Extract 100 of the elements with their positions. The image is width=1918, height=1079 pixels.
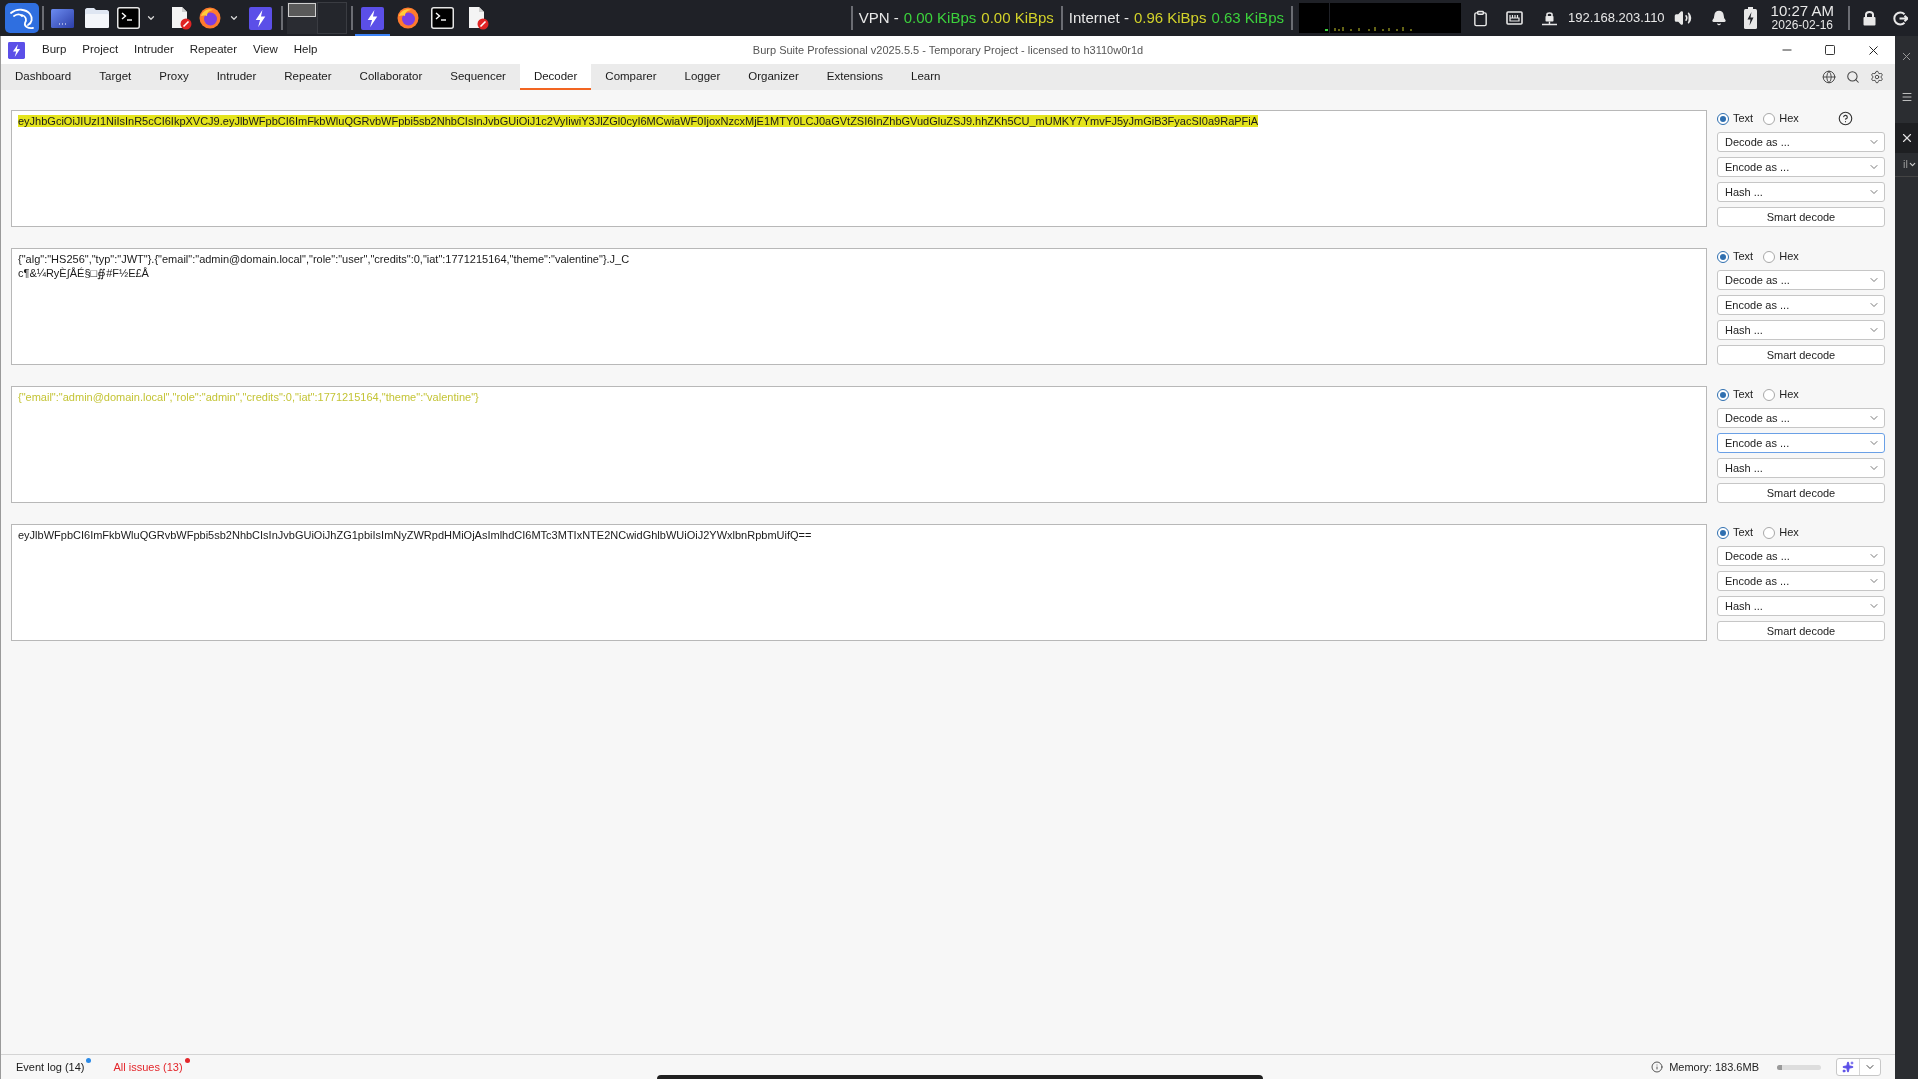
tab[interactable]: Decoder (519, 64, 592, 90)
decode-dropdown[interactable]: Decode as ... (1717, 132, 1885, 152)
document-edit-icon[interactable] (466, 6, 489, 30)
editor-text: {"email":"admin@domain.local","role":"admin","credits":0,"iat":1771215164,"theme":"valentine"} (18, 391, 479, 403)
radio-icon[interactable] (1717, 526, 1729, 539)
smart-decode-button[interactable]: Smart decode (1717, 621, 1885, 641)
radio-icon[interactable] (1763, 250, 1776, 263)
encode-dropdown[interactable]: Encode as ... (1717, 157, 1885, 177)
lock-icon[interactable] (1863, 10, 1876, 26)
folder-icon[interactable] (85, 8, 109, 28)
smart-decode-button[interactable]: Smart decode (1717, 207, 1885, 227)
radio-icon[interactable] (1717, 112, 1729, 125)
clock-date: 2026-02-16 (1771, 18, 1833, 33)
encode-dropdown[interactable]: Encode as ... (1717, 433, 1885, 453)
tab[interactable]: Logger (670, 64, 735, 90)
info-icon[interactable] (1651, 1061, 1664, 1073)
decode-dropdown[interactable]: Decode as ... (1717, 546, 1885, 566)
memory-label: Memory: 183.6MB (1669, 1059, 1759, 1075)
menu-icon[interactable] (1900, 91, 1913, 103)
menu-item[interactable]: Repeater (189, 41, 238, 59)
editor-text: eyJlbWFpbCI6ImFkbWluQGRvbWFpbi5sb2NhbCIsInJvbGUiOiJhZG1pbiIsImNyZWRpdHMiOjAsImlhdCI6MTc3MTIxNTE2NCwidGhlbWUiOiJ2YWxlbnRpbmUifQ== (18, 529, 812, 541)
tab[interactable]: Target (85, 64, 146, 90)
fox-globe-icon[interactable] (199, 7, 221, 29)
lightning-bolt-icon[interactable] (249, 6, 272, 30)
editor-text: {"alg":"HS256","typ":"JWT"}.{"email":"admin@domain.local","role":"user","credits":0,"iat":1771215164,"theme":"valentine"}.J_C (18, 253, 630, 265)
radio-label[interactable]: Text (1733, 386, 1754, 403)
logout-icon[interactable] (1893, 10, 1908, 26)
globe-icon[interactable] (1822, 70, 1836, 84)
radio-label[interactable]: Text (1733, 524, 1754, 541)
decode-dropdown[interactable]: Decode as ... (1717, 270, 1885, 290)
settings-icon[interactable] (1870, 70, 1884, 84)
tab[interactable]: Collaborator (345, 64, 437, 90)
menu-item[interactable]: Project (82, 41, 119, 59)
clipboard-icon[interactable] (1471, 9, 1489, 27)
smart-decode-button[interactable]: Smart decode (1717, 345, 1885, 365)
radio-label[interactable]: Hex (1779, 110, 1799, 127)
hash-dropdown[interactable]: Hash ... (1717, 182, 1885, 202)
window-title: Burp Suite Professional v2025.5.5 - Temporary Project - licensed to h3110w0r1d (752, 42, 1144, 58)
network-label: VPN - (858, 7, 899, 28)
tab[interactable]: Sequencer (436, 64, 520, 90)
radio-icon[interactable] (1717, 250, 1729, 263)
workspace-thumbnail[interactable] (317, 2, 347, 34)
network-speed: 0.96 KiBps (1133, 7, 1207, 28)
smart-decode-button[interactable]: Smart decode (1717, 483, 1885, 503)
hash-dropdown[interactable]: Hash ... (1717, 458, 1885, 478)
menu-item[interactable]: Help (293, 41, 318, 59)
terminal-icon[interactable] (117, 7, 140, 29)
radio-icon[interactable] (1763, 112, 1776, 125)
partial-text: il (1903, 157, 1908, 173)
decode-dropdown[interactable]: Decode as ... (1717, 408, 1885, 428)
ethernet-port-icon[interactable] (1505, 11, 1523, 25)
text-area-field[interactable]: {"alg":"HS256","typ":"JWT"}.{"email":"admin@domain.local","role":"user","credits":0,"iat":1771215164,"theme":"valentine"}.J_C c¶&¼RyÈ∫ÅÉ§□∯#F½E£Å (11, 248, 1707, 365)
radio-label[interactable]: Text (1733, 110, 1754, 127)
document-edit-icon[interactable] (170, 6, 192, 30)
encode-dropdown[interactable]: Encode as ... (1717, 571, 1885, 591)
tab[interactable]: Dashboard (1, 64, 86, 90)
menu-item[interactable]: View (253, 41, 278, 59)
search-icon[interactable] (1846, 70, 1860, 84)
radio-label[interactable]: Text (1733, 248, 1754, 265)
caret-icon[interactable] (146, 13, 156, 23)
fox-globe-icon[interactable] (396, 7, 419, 29)
workspace-thumbnail[interactable] (287, 2, 317, 34)
text-area-field[interactable] (11, 110, 1707, 227)
hash-dropdown[interactable]: Hash ... (1717, 320, 1885, 340)
encode-dropdown[interactable]: Encode as ... (1717, 295, 1885, 315)
radio-icon[interactable] (1717, 388, 1729, 401)
menu-item[interactable]: Burp (42, 41, 67, 59)
lightning-bolt-icon[interactable] (361, 6, 384, 30)
text-area-field[interactable]: eyJlbWFpbCI6ImFkbWluQGRvbWFpbi5sb2NhbCIsInJvbGUiOiJhZG1pbiIsImNyZWRpdHMiOjAsImlhdCI6MTc3MTIxNTE2NCwidGhlbWUiOiJ2YWxlbnRpbmUifQ== (11, 524, 1707, 641)
caret-icon[interactable] (229, 13, 239, 23)
tab[interactable]: Repeater (270, 64, 346, 90)
tab[interactable]: Comparer (591, 64, 671, 90)
menu-item[interactable]: Intruder (134, 41, 174, 59)
app-logo-icon[interactable] (8, 41, 25, 59)
notification-bell-icon[interactable] (1710, 10, 1727, 26)
maximize-icon[interactable] (1824, 44, 1836, 56)
network-lock-icon[interactable] (1540, 10, 1558, 26)
tab[interactable]: Organizer (734, 64, 813, 90)
tab[interactable]: Learn (897, 64, 955, 90)
volume-icon[interactable] (1673, 9, 1692, 27)
radio-label[interactable]: Hex (1779, 524, 1799, 541)
status-link[interactable]: Event log (14) (16, 1058, 85, 1076)
radio-icon[interactable] (1763, 388, 1776, 401)
radio-label[interactable]: Hex (1779, 248, 1799, 265)
desktop-icon[interactable] (51, 8, 74, 28)
radio-icon[interactable] (1763, 526, 1776, 539)
dragon-logo-icon[interactable] (5, 3, 39, 33)
hash-dropdown[interactable]: Hash ... (1717, 596, 1885, 616)
terminal-icon[interactable] (431, 7, 454, 29)
status-link[interactable]: All issues (13) (113, 1058, 183, 1076)
tab[interactable]: Proxy (145, 64, 203, 90)
network-speed: 0.00 KiBps (903, 7, 977, 28)
battery-charging-icon[interactable] (1743, 7, 1757, 29)
network-speed: 0.63 KiBps (1211, 7, 1284, 28)
tab[interactable]: Extensions (812, 64, 898, 90)
network-label: Internet - (1068, 7, 1129, 28)
caret-icon[interactable] (1908, 160, 1917, 169)
radio-label[interactable]: Hex (1779, 386, 1799, 403)
help-icon[interactable] (1837, 111, 1853, 126)
tab[interactable]: Intruder (202, 64, 271, 90)
